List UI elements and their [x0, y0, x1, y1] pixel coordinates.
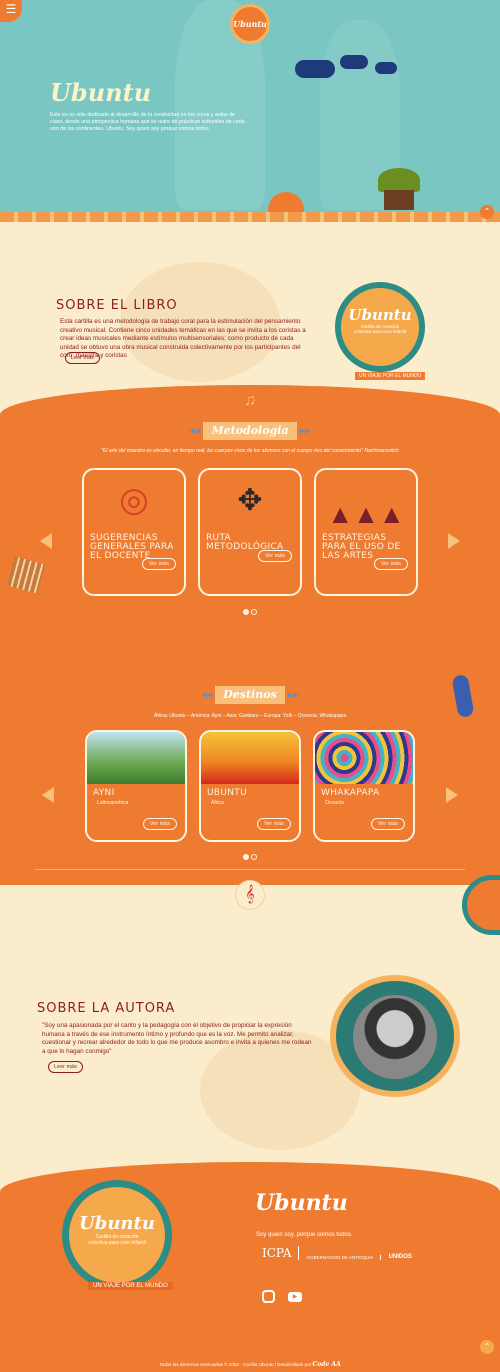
- destinos-prev-arrow[interactable]: [42, 787, 54, 803]
- metodologia-banner: ◀◀ Metodologia ▶▶: [190, 422, 310, 440]
- hero-title: Ubuntu: [50, 78, 152, 107]
- developer-logo[interactable]: Code AA: [313, 1361, 341, 1368]
- autora-title: SOBRE LA AUTORA: [37, 1001, 176, 1016]
- machu-picchu-image: [87, 732, 185, 784]
- hut-illustration: [378, 168, 420, 192]
- carousel-dot[interactable]: [251, 609, 257, 615]
- chevrons-left-icon: ◀◀: [201, 692, 213, 699]
- cloud-icon: [340, 55, 368, 69]
- footer-tagline: Soy quien soy, porque somos todos.: [256, 1232, 353, 1238]
- youtube-icon[interactable]: ▶: [288, 1292, 302, 1302]
- destino-region: África: [211, 800, 224, 806]
- destino-card[interactable]: WHAKAPAPA Oceanía Ver más: [313, 730, 415, 842]
- author-photo-frame: [330, 975, 460, 1097]
- oceania-pattern-image: [315, 732, 413, 784]
- scroll-top-button[interactable]: ⌃: [480, 205, 494, 219]
- carousel-dot-active[interactable]: [243, 609, 249, 615]
- autora-text: "Soy una apasionada por el canto y la pe…: [42, 1022, 312, 1055]
- metodologia-card[interactable]: ◎ SUGERENCIAS GENERALES PARA EL DOCENTE …: [82, 468, 186, 596]
- pumpkin-illustration: [268, 192, 304, 212]
- cloud-icon: [295, 60, 335, 78]
- decorative-strip: [0, 212, 500, 222]
- ubuntu-book-logo: Ubuntu Cartilla de creación colectiva pa…: [335, 282, 425, 372]
- unidos-logo: UNIDOS: [388, 1254, 412, 1260]
- metodologia-quote: "El arte del maestro es vincular, en tie…: [101, 448, 399, 454]
- destinos-dots: [243, 854, 257, 860]
- footer-ubuntu-logo: Ubuntu Cartilla de creación colectiva pa…: [62, 1180, 172, 1290]
- chevrons-right-icon: ▶▶: [299, 428, 311, 435]
- libro-read-more-button[interactable]: Leer más: [65, 352, 100, 364]
- author-photo: [353, 995, 437, 1079]
- ver-mas-button[interactable]: Ver más: [257, 550, 292, 562]
- header-logo[interactable]: Ubuntu: [230, 4, 270, 44]
- menu-icon[interactable]: ☰: [0, 0, 22, 22]
- logo-ribbon: UN VIAJE POR EL MUNDO: [355, 372, 426, 380]
- gobernacion-logo: GOBERNACIÓN DE ANTIOQUIA: [307, 1255, 381, 1260]
- destino-card[interactable]: UBUNTU África Ver más: [199, 730, 301, 842]
- tipi-icon: ▲▲▲: [327, 499, 405, 529]
- carousel-next-arrow[interactable]: [448, 533, 460, 549]
- metodologia-title: Metodologia: [203, 422, 297, 440]
- dreamcatcher-icon: ◎: [119, 481, 149, 519]
- metodologia-card[interactable]: ✥ RUTA METODOLÓGICA Ver más: [198, 468, 302, 596]
- chevrons-right-icon: ▶▶: [287, 692, 299, 699]
- destino-card[interactable]: AYNI Latinoamérica Ver más: [85, 730, 187, 842]
- destinos-next-arrow[interactable]: [446, 787, 458, 803]
- carousel-dot[interactable]: [251, 854, 257, 860]
- chevrons-left-icon: ◀◀: [189, 428, 201, 435]
- libro-title: SOBRE EL LIBRO: [56, 298, 178, 313]
- ver-mas-button[interactable]: Ver más: [256, 818, 291, 830]
- destino-region: Oceanía: [325, 800, 344, 806]
- libro-section: SOBRE EL LIBRO Esta cartilla es una meto…: [0, 222, 500, 402]
- hut-body: [384, 190, 414, 210]
- carousel-dot-active[interactable]: [243, 854, 249, 860]
- destino-region: Latinoamérica: [97, 800, 129, 806]
- footer-logo-ribbon: UN VIAJE POR EL MUNDO: [88, 1282, 173, 1290]
- footer-title: Ubuntu: [255, 1190, 348, 1216]
- destinos-subtitle: África: Ubuntu – América: Ayni – Asia: G…: [153, 713, 347, 719]
- metodologia-card[interactable]: ▲▲▲ ESTRATEGIAS PARA EL USO DE LAS ARTES…: [314, 468, 418, 596]
- cloud-icon: [375, 62, 397, 74]
- ver-mas-button[interactable]: Ver más: [141, 558, 176, 570]
- scroll-top-button[interactable]: ⌃: [480, 1340, 494, 1354]
- carousel-dots: [243, 609, 257, 615]
- destinos-banner: ◀◀ Destinos ▶▶: [190, 686, 310, 704]
- ver-mas-button[interactable]: Ver más: [370, 818, 405, 830]
- treble-clef-icon: 𝄞: [235, 880, 265, 910]
- autora-read-more-button[interactable]: Leer más: [48, 1061, 83, 1073]
- music-note-icon: ♫: [235, 386, 265, 416]
- partner-logos: ICPA GOBERNACIÓN DE ANTIOQUIA UNIDOS: [262, 1246, 462, 1260]
- totem-icon: ✥: [237, 483, 263, 517]
- icpa-logo: ICPA: [262, 1246, 299, 1260]
- hero-section: ☰ Ubuntu Ubuntu Este es un sitio dedicad…: [0, 0, 500, 222]
- divider: [35, 869, 465, 870]
- ver-mas-button[interactable]: Ver más: [142, 818, 177, 830]
- carousel-prev-arrow[interactable]: [40, 533, 52, 549]
- ver-mas-button[interactable]: Ver más: [373, 558, 408, 570]
- hero-text: Este es un sitio dedicado al desarrollo …: [50, 112, 245, 132]
- instagram-icon[interactable]: [262, 1290, 275, 1303]
- savanna-image: [201, 732, 299, 784]
- destinos-title: Destinos: [215, 686, 285, 704]
- copyright: Todos los derechos reservados © 2022 - C…: [159, 1361, 341, 1368]
